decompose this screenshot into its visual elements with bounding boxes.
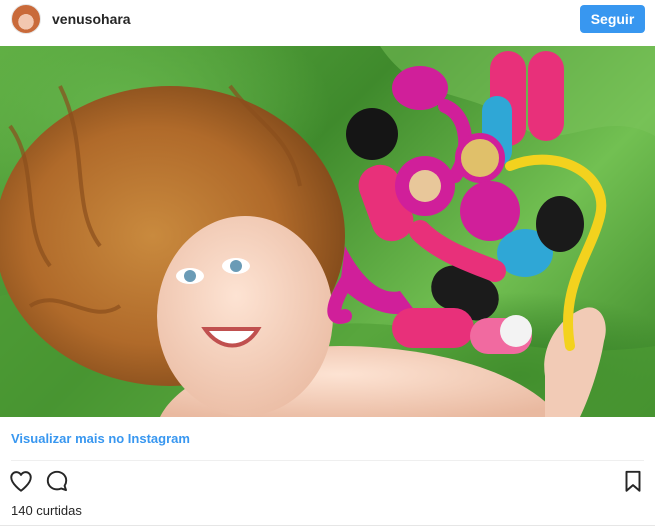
follow-button[interactable]: Seguir xyxy=(580,5,645,33)
heart-icon[interactable] xyxy=(8,468,34,494)
bookmark-icon[interactable] xyxy=(620,468,646,494)
comment-icon[interactable] xyxy=(44,468,70,494)
username[interactable]: venusohara xyxy=(52,11,131,27)
face-shape xyxy=(157,216,333,416)
post-header: venusohara Seguir xyxy=(0,0,655,46)
post-photo[interactable] xyxy=(0,46,655,417)
view-more-link[interactable]: Visualizar mais no Instagram xyxy=(11,431,190,446)
divider xyxy=(11,460,644,461)
avatar[interactable] xyxy=(11,4,41,34)
likes-count: 140 curtidas xyxy=(11,503,82,518)
photo-illustration xyxy=(0,46,655,417)
